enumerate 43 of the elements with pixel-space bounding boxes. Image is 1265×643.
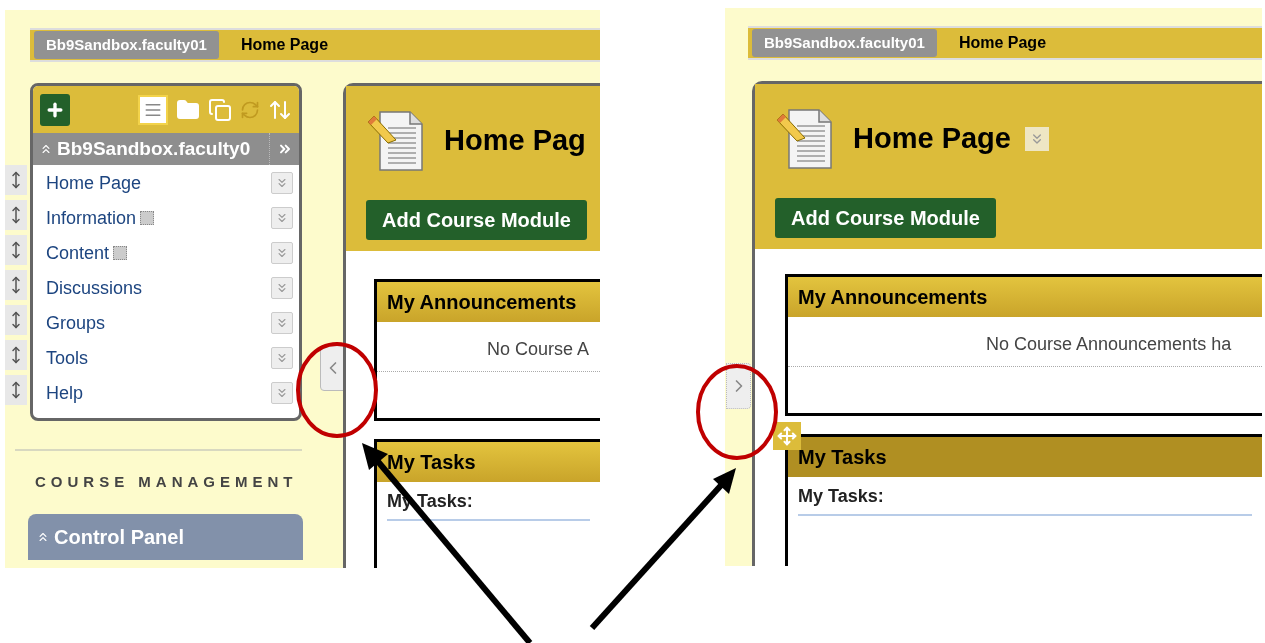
- module-title: My Tasks: [387, 450, 476, 475]
- page-title: Home Pag: [444, 123, 586, 159]
- menu-item-link[interactable]: Information: [46, 204, 137, 232]
- drag-handle-icon[interactable]: [5, 340, 27, 370]
- item-menu-icon[interactable]: [271, 277, 293, 299]
- module-subheading: My Tasks:: [798, 486, 884, 506]
- menu-item-link[interactable]: Content: [46, 239, 110, 267]
- item-menu-icon[interactable]: [271, 242, 293, 264]
- title-menu-icon[interactable]: [1024, 127, 1049, 151]
- item-menu-icon[interactable]: [271, 207, 293, 229]
- drag-handle-icon[interactable]: [5, 235, 27, 265]
- folder-view-icon[interactable]: [176, 97, 200, 122]
- item-menu-icon[interactable]: [271, 172, 293, 194]
- page-title: Home Page: [853, 121, 1011, 157]
- section-heading: COURSE MANAGEMENT: [35, 472, 299, 492]
- add-course-module-button[interactable]: Add Course Module: [366, 200, 587, 240]
- move-handle-icon[interactable]: [773, 422, 801, 450]
- breadcrumb-page[interactable]: Home Page: [240, 33, 329, 57]
- module-title: My Announcements: [798, 285, 988, 310]
- drag-handle-icon[interactable]: [5, 270, 27, 300]
- windows-icon[interactable]: [208, 97, 232, 122]
- breadcrumb-page[interactable]: Home Page: [958, 31, 1047, 55]
- collapse-icon[interactable]: [39, 142, 53, 156]
- announcement-message: No Course Announcements ha: [986, 334, 1232, 354]
- add-course-module-button[interactable]: Add Course Module: [775, 198, 996, 238]
- module-title: My Tasks: [798, 445, 887, 470]
- menu-item-link[interactable]: Home Page: [46, 169, 142, 197]
- drag-handle-icon[interactable]: [5, 165, 27, 195]
- list-view-icon[interactable]: [138, 94, 168, 125]
- menu-item-link[interactable]: Help: [46, 379, 84, 407]
- menu-item-link[interactable]: Tools: [46, 344, 89, 372]
- announcement-message: No Course A: [487, 339, 590, 359]
- drag-handle-icon[interactable]: [5, 375, 27, 405]
- item-menu-icon[interactable]: [271, 312, 293, 334]
- drag-handle-icon[interactable]: [5, 200, 27, 230]
- drag-handle-icon[interactable]: [5, 305, 27, 335]
- menu-item-link[interactable]: Discussions: [46, 274, 143, 302]
- item-menu-icon[interactable]: [271, 347, 293, 369]
- module-title: My Announcements: [387, 290, 577, 315]
- item-menu-icon[interactable]: [271, 382, 293, 404]
- add-menu-item-icon[interactable]: [40, 93, 70, 126]
- menu-toggle-button[interactable]: [726, 363, 751, 409]
- menu-item-link[interactable]: Groups: [46, 309, 106, 337]
